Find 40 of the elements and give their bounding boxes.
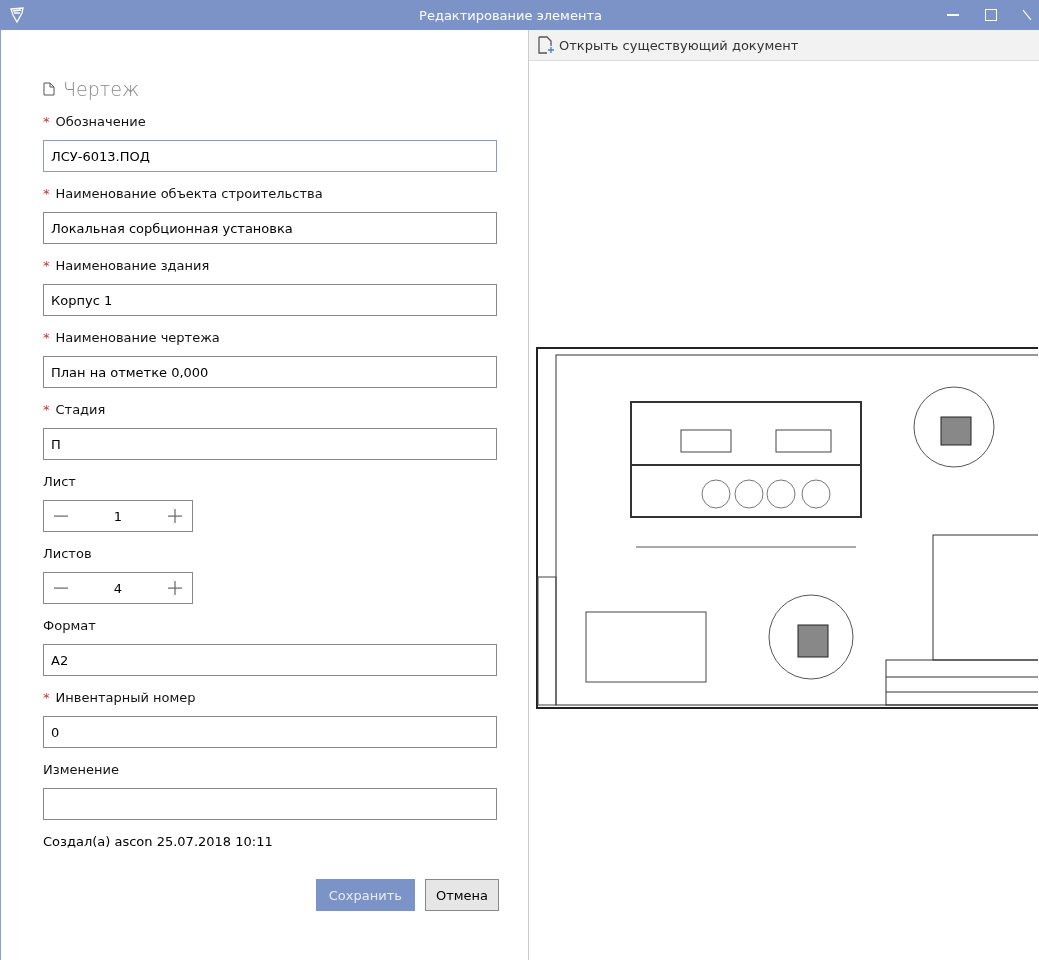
text-field[interactable]: Корпус 1 xyxy=(43,284,497,316)
field-label: Листов xyxy=(43,546,92,563)
text-field[interactable] xyxy=(43,788,497,820)
required-asterisk: * xyxy=(43,186,50,203)
text-field[interactable]: 0 xyxy=(43,716,497,748)
field-label: Стадия xyxy=(55,402,106,419)
field-label: Наименование объекта строительства xyxy=(55,186,323,203)
field-label: Лист xyxy=(43,474,76,491)
number-stepper[interactable]: 4 xyxy=(43,572,193,604)
open-document-button[interactable]: Открыть существующий документ xyxy=(537,36,799,54)
text-field[interactable]: П xyxy=(43,428,497,460)
field-label: Формат xyxy=(43,618,96,635)
text-field[interactable]: Локальная сорбционная установка xyxy=(43,212,497,244)
cancel-button[interactable]: Отмена xyxy=(424,879,499,911)
field-label: Обозначение xyxy=(55,114,146,131)
stepper-value: 1 xyxy=(113,508,123,524)
required-asterisk: * xyxy=(43,330,50,347)
close-icon[interactable] xyxy=(1023,9,1031,21)
field-label: Инвентарный номер xyxy=(55,690,196,707)
field-label: Наименование чертежа xyxy=(55,330,220,347)
text-field[interactable]: План на отметке 0,000 xyxy=(43,356,497,388)
field-label: Изменение xyxy=(43,762,119,779)
field-label: Наименование здания xyxy=(55,258,210,275)
plus-icon[interactable] xyxy=(168,581,182,595)
form-heading: Чертеж xyxy=(63,78,140,100)
text-field[interactable]: ЛСУ-6013.ПОД xyxy=(43,140,497,172)
document-icon xyxy=(43,82,55,96)
text-field[interactable]: А2 xyxy=(43,644,497,676)
required-asterisk: * xyxy=(43,690,50,707)
required-asterisk: * xyxy=(43,402,50,419)
number-stepper[interactable]: 1 xyxy=(43,500,193,532)
required-asterisk: * xyxy=(43,258,50,275)
window-title: Редактирование элемента xyxy=(418,7,603,23)
created-info: Создал(а) ascon 25.07.2018 10:11 xyxy=(43,834,274,849)
app-logo-icon xyxy=(10,7,24,23)
new-document-icon xyxy=(537,36,555,54)
required-asterisk: * xyxy=(43,114,50,131)
maximize-icon[interactable] xyxy=(985,9,997,21)
plus-icon[interactable] xyxy=(168,509,182,523)
stepper-value: 4 xyxy=(113,580,123,596)
